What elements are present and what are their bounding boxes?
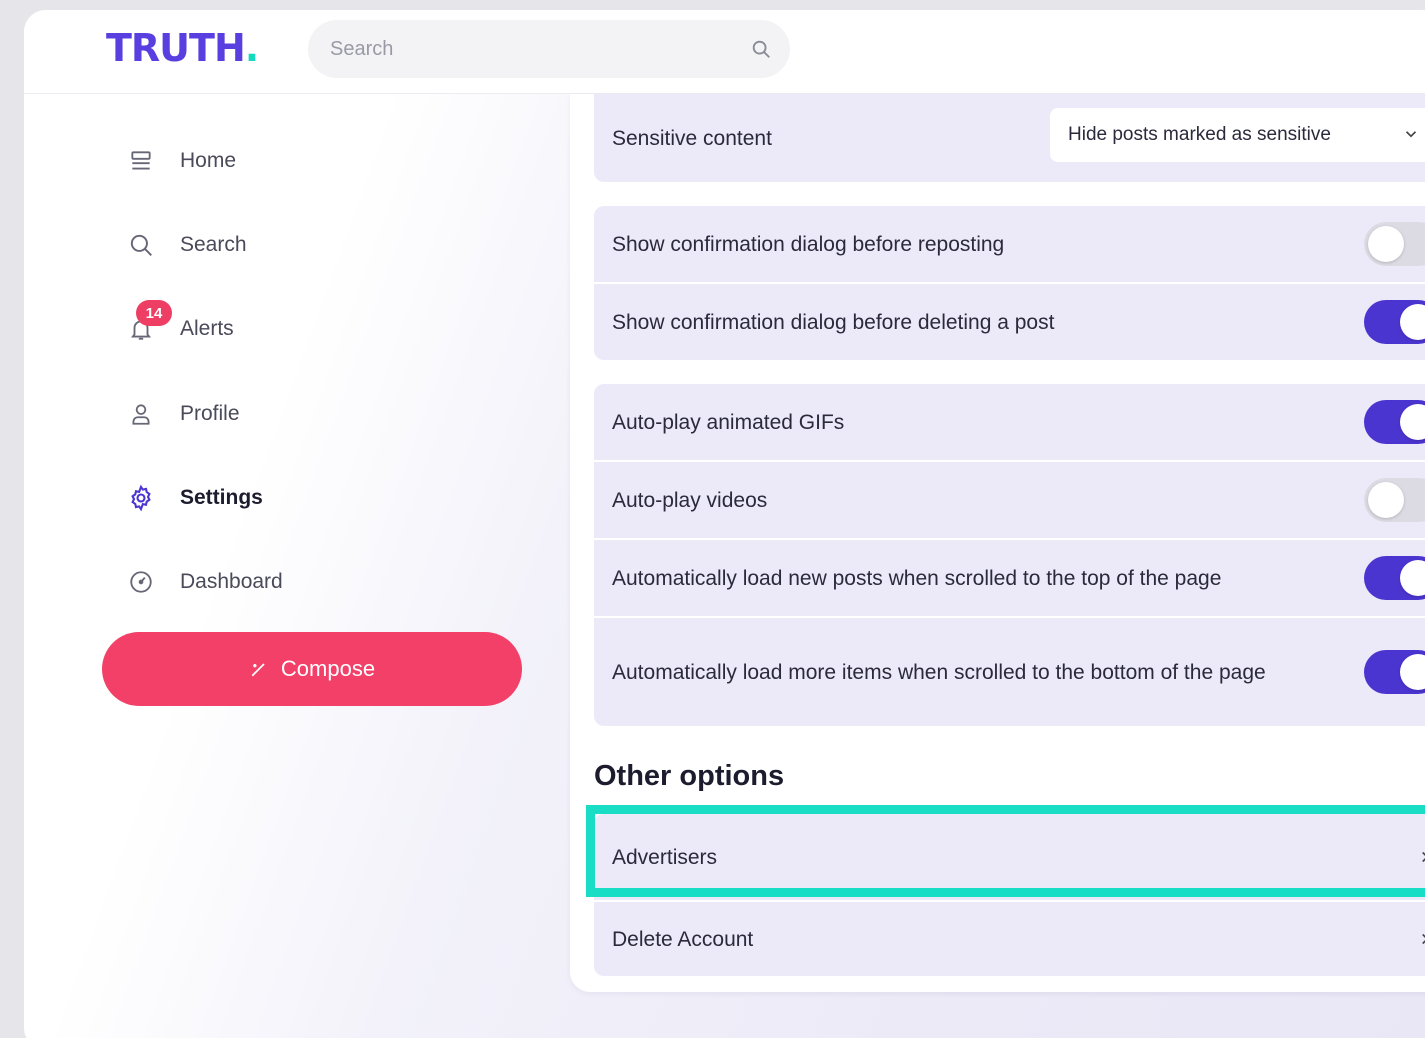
gear-icon <box>124 481 158 515</box>
setting-label: Automatically load new posts when scroll… <box>612 566 1222 590</box>
compose-label: Compose <box>280 656 376 681</box>
search-input[interactable] <box>330 20 730 78</box>
toggle-autoplay-gifs[interactable] <box>1364 400 1425 444</box>
setting-label: Automatically load more items when scrol… <box>612 660 1266 684</box>
sidebar-item-alerts[interactable]: 14 Alerts <box>124 300 424 353</box>
setting-row: Auto-play animated GIFs <box>594 384 1425 460</box>
logo-text: TRUTH <box>106 26 246 70</box>
toggle-load-new-posts[interactable] <box>1364 556 1425 600</box>
home-icon <box>124 144 158 178</box>
setting-row: Automatically load more items when scrol… <box>594 616 1425 726</box>
chevron-right-icon <box>1416 930 1425 953</box>
toggle-confirm-delete[interactable] <box>1364 300 1425 344</box>
truth-logo[interactable]: TRUTH. <box>106 26 259 70</box>
delete-account-row[interactable]: Delete Account <box>594 900 1425 976</box>
toggle-knob <box>1368 226 1404 262</box>
toggle-load-more-items[interactable] <box>1364 650 1425 694</box>
compose-button[interactable]: Compose <box>102 632 522 706</box>
settings-panel: Sensitive content Hide posts marked as s… <box>570 94 1425 992</box>
sidebar-item-search[interactable]: Search <box>124 221 424 269</box>
dashboard-icon <box>124 565 158 599</box>
logo-dot: . <box>244 26 259 70</box>
sidebar-item-profile[interactable]: Profile <box>124 390 424 438</box>
toggle-knob <box>1368 482 1404 518</box>
sidebar-item-home[interactable]: Home <box>124 137 424 185</box>
search-icon <box>124 228 158 262</box>
toggle-knob <box>1400 654 1425 690</box>
sidebar-item-label: Profile <box>180 402 240 425</box>
select-value: Hide posts marked as sensitive <box>1068 124 1331 145</box>
setting-label: Show confirmation dialog before deleting… <box>612 310 1055 334</box>
toggle-knob <box>1400 560 1425 596</box>
toggle-confirm-repost[interactable] <box>1364 222 1425 266</box>
setting-label: Show confirmation dialog before repostin… <box>612 232 1005 256</box>
chevron-down-icon <box>1402 125 1420 149</box>
sidebar-item-label: Dashboard <box>180 570 283 593</box>
sidebar-item-settings[interactable]: Settings <box>124 474 424 522</box>
pencil-icon <box>249 659 269 679</box>
setting-row: Automatically load new posts when scroll… <box>594 538 1425 616</box>
bell-icon: 14 <box>124 300 172 346</box>
search-icon[interactable] <box>750 38 772 65</box>
other-options-heading: Other options <box>594 760 785 792</box>
app-window: TRUTH. Home Search 14 Alerts <box>24 10 1425 1038</box>
setting-row: Show confirmation dialog before repostin… <box>594 206 1425 282</box>
alerts-badge: 14 <box>136 300 172 326</box>
sidebar-item-label: Alerts <box>180 317 234 340</box>
setting-label: Auto-play animated GIFs <box>612 410 845 434</box>
sidebar-item-dashboard[interactable]: Dashboard <box>124 558 424 606</box>
advertisers-label: Advertisers <box>612 845 718 869</box>
sidebar-item-label: Settings <box>180 486 263 509</box>
sidebar-item-label: Search <box>180 233 247 256</box>
autoplay-group: Auto-play animated GIFs Auto-play videos… <box>594 384 1425 726</box>
user-icon <box>124 397 158 431</box>
sidebar-item-label: Home <box>180 149 237 172</box>
toggle-knob <box>1400 304 1425 340</box>
sensitive-content-row: Sensitive content Hide posts marked as s… <box>594 94 1425 182</box>
other-options-group: Advertisers Delete Account <box>594 814 1425 976</box>
setting-label: Auto-play videos <box>612 488 768 512</box>
sidebar: Home Search 14 Alerts Profile Settings D… <box>24 94 564 1038</box>
setting-row: Auto-play videos <box>594 460 1425 538</box>
chevron-right-icon <box>1416 848 1425 871</box>
delete-account-label: Delete Account <box>612 927 754 951</box>
advertisers-row[interactable]: Advertisers <box>594 814 1425 900</box>
sensitive-group: Sensitive content Hide posts marked as s… <box>594 94 1425 182</box>
top-bar: TRUTH. <box>24 10 1425 94</box>
confirmation-group: Show confirmation dialog before repostin… <box>594 206 1425 360</box>
sensitive-content-select[interactable]: Hide posts marked as sensitive <box>1050 108 1425 162</box>
toggle-autoplay-videos[interactable] <box>1364 478 1425 522</box>
toggle-knob <box>1400 404 1425 440</box>
header-search[interactable] <box>308 20 790 78</box>
setting-row: Show confirmation dialog before deleting… <box>594 282 1425 360</box>
sensitive-content-label: Sensitive content <box>612 126 772 150</box>
